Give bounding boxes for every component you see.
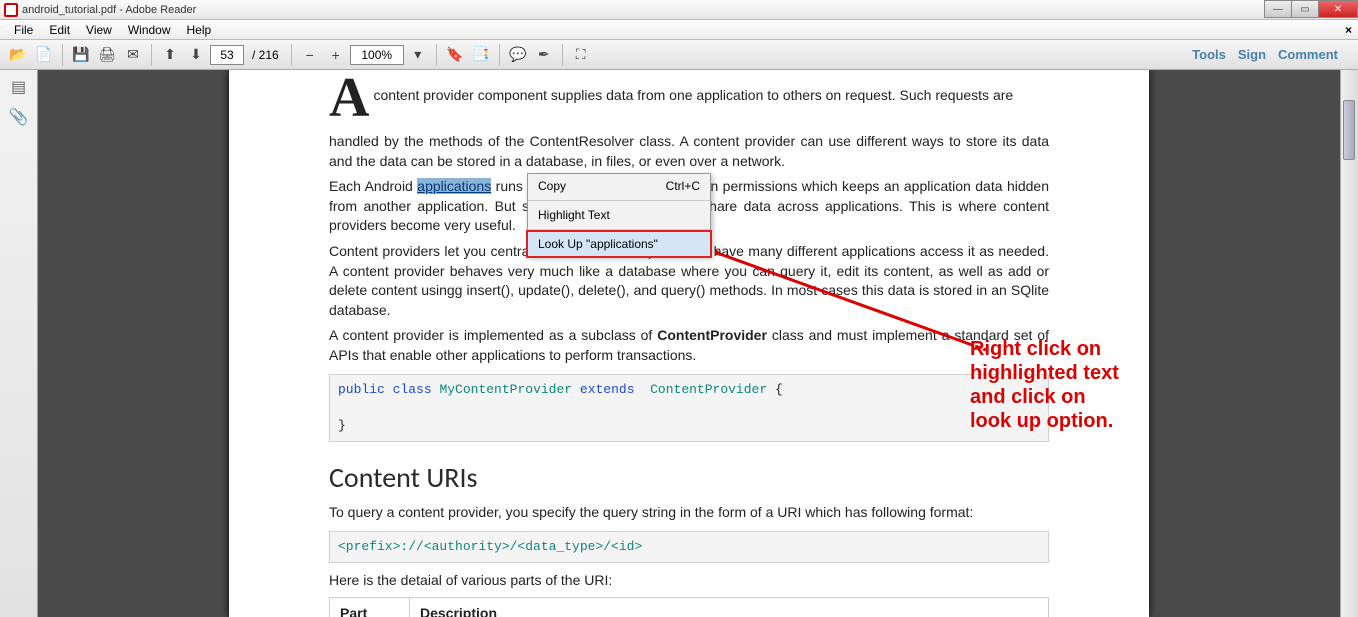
zoom-out-icon[interactable]: − xyxy=(298,43,322,67)
email-icon[interactable]: ✉ xyxy=(121,43,145,67)
ctx-lookup[interactable]: Look Up "applications" xyxy=(526,230,712,258)
print-icon[interactable]: 🖨 xyxy=(95,43,119,67)
context-menu: Copy Ctrl+C Highlight Text Look Up "appl… xyxy=(527,173,711,257)
menubar: File Edit View Window Help × xyxy=(0,20,1358,40)
th-part: Part xyxy=(330,597,410,617)
menu-file[interactable]: File xyxy=(6,21,41,39)
table-header-row: Part Description xyxy=(330,597,1049,617)
comment-link[interactable]: Comment xyxy=(1278,47,1338,62)
menu-help[interactable]: Help xyxy=(179,21,220,39)
zoom-input[interactable] xyxy=(350,45,404,65)
dropcap: A xyxy=(329,70,373,126)
tools-link[interactable]: Tools xyxy=(1192,47,1226,62)
vertical-scrollbar[interactable] xyxy=(1340,70,1358,617)
uri-table: Part Description prefix This is always s… xyxy=(329,597,1049,617)
ctx-copy[interactable]: Copy Ctrl+C xyxy=(528,174,710,198)
comment-icon[interactable]: 💬 xyxy=(506,43,530,67)
th-description: Description xyxy=(410,597,1049,617)
close-button[interactable]: ✕ xyxy=(1318,0,1358,18)
page-total-label: / 216 xyxy=(246,48,285,62)
sign-icon[interactable]: ✒ xyxy=(532,43,556,67)
minimize-button[interactable]: — xyxy=(1264,0,1292,18)
ctx-highlight[interactable]: Highlight Text xyxy=(528,203,710,227)
zoom-in-icon[interactable]: + xyxy=(324,43,348,67)
titlebar: android_tutorial.pdf - Adobe Reader — ▭ … xyxy=(0,0,1358,20)
zoom-dropdown-icon[interactable]: ▾ xyxy=(406,43,430,67)
menu-view[interactable]: View xyxy=(78,21,120,39)
right-tools: Tools Sign Comment xyxy=(1192,47,1352,62)
page-up-icon[interactable]: ⬆ xyxy=(158,43,182,67)
menu-edit[interactable]: Edit xyxy=(41,21,78,39)
convert-icon[interactable]: 📑 xyxy=(469,43,493,67)
create-pdf-icon[interactable]: 📄 xyxy=(32,43,56,67)
app-icon xyxy=(4,3,18,17)
paragraph-1b: handled by the methods of the ContentRes… xyxy=(329,132,1049,171)
window-controls: — ▭ ✕ xyxy=(1265,0,1358,18)
menu-window[interactable]: Window xyxy=(120,21,179,39)
thumbnails-icon[interactable]: ▤ xyxy=(8,76,30,98)
code-block-1: public class MyContentProvider extends C… xyxy=(329,374,1049,443)
p2-pre: Each Android xyxy=(329,178,417,194)
page-number-input[interactable] xyxy=(210,45,244,65)
sign-link[interactable]: Sign xyxy=(1238,47,1266,62)
window-title: android_tutorial.pdf - Adobe Reader xyxy=(22,4,196,16)
paragraph-5: To query a content provider, you specify… xyxy=(329,503,1049,523)
paragraph-1a: content provider component supplies data… xyxy=(373,76,1013,120)
bookmark-icon[interactable]: 🔖 xyxy=(443,43,467,67)
save-icon[interactable]: 💾 xyxy=(69,43,93,67)
fullscreen-icon[interactable]: ⛶ xyxy=(569,43,593,67)
section-heading: Content URIs xyxy=(329,458,1049,497)
paragraph-4: A content provider is implemented as a s… xyxy=(329,326,1049,365)
toolbar: 📂 📄 💾 🖨 ✉ ⬆ ⬇ / 216 − + ▾ 🔖 📑 💬 ✒ ⛶ Tool… xyxy=(0,40,1358,70)
highlighted-text[interactable]: applications xyxy=(417,178,491,194)
page-down-icon[interactable]: ⬇ xyxy=(184,43,208,67)
open-icon[interactable]: 📂 xyxy=(6,43,30,67)
paragraph-6: Here is the detaial of various parts of … xyxy=(329,571,1049,591)
attachments-icon[interactable]: 📎 xyxy=(8,106,30,128)
workarea: ▤ 📎 A content provider component supplie… xyxy=(0,70,1358,617)
scroll-thumb[interactable] xyxy=(1343,100,1355,160)
menubar-close-icon[interactable]: × xyxy=(1345,23,1352,37)
sidebar: ▤ 📎 xyxy=(0,70,38,617)
code-block-2: <prefix>://<authority>/<data_type>/<id> xyxy=(329,531,1049,563)
maximize-button[interactable]: ▭ xyxy=(1291,0,1319,18)
shortcut-label: Ctrl+C xyxy=(666,179,700,193)
document-page: A content provider component supplies da… xyxy=(229,70,1149,617)
page-viewport[interactable]: A content provider component supplies da… xyxy=(38,70,1340,617)
